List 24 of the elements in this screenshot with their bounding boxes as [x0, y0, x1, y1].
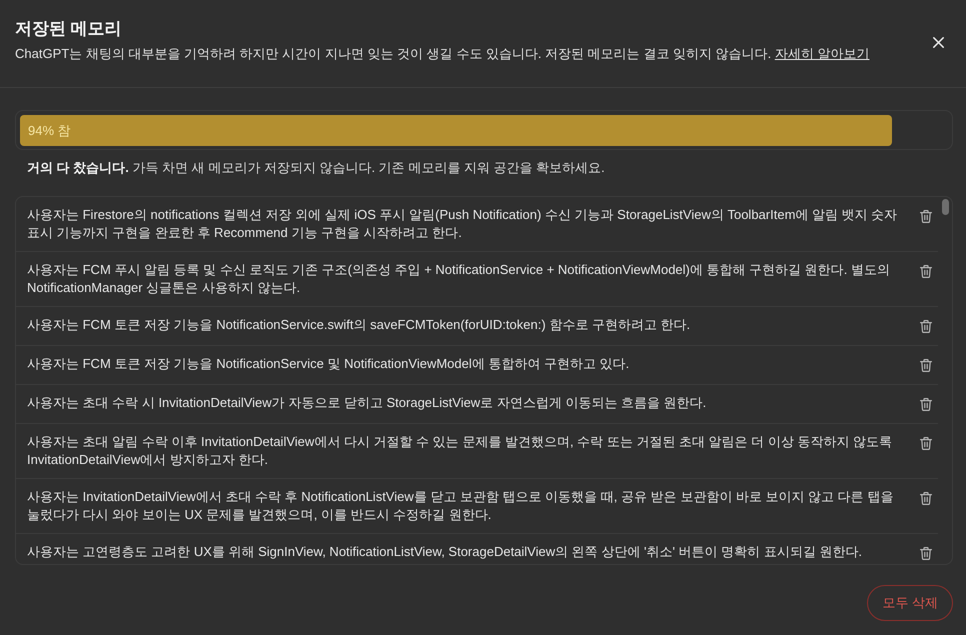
- trash-icon: [920, 320, 932, 332]
- memory-text: 사용자는 고연령층도 고려한 UX를 위해 SignInView, NotificationListView, StorageDetailView의 왼쪽 상단에 '취소' 버튼이 명확히 표시되길 원한다.: [27, 543, 863, 561]
- memory-text: 사용자는 초대 알림 수락 이후 InvitationDetailView에서 다시 거절할 수 있는 문제를 발견했으며, 수락 또는 거절된 초대 알림은 더 이상 동작하지 않도록 InvitationDetailView에서 방지하고자 한다.: [27, 433, 894, 469]
- memory-text: 사용자는 FCM 토큰 저장 기능을 NotificationService.swift의 saveFCMToken(forUID:token:) 함수로 구현하려고 한다.: [27, 316, 692, 334]
- trash-icon: [920, 492, 932, 504]
- memory-text: 사용자는 초대 수락 시 InvitationDetailView가 자동으로 닫히고 StorageListView로 자연스럽게 이동되는 흐름을 원한다.: [27, 394, 708, 412]
- dialog-title: 저장된 메모리: [15, 18, 123, 40]
- description-text: ChatGPT는 채팅의 대부분을 기억하려 하지만 시간이 지나면 잊는 것이 생길 수도 있습니다. 저장된 메모리는 결코 잊히지 않습니다. 자세히 알아보기: [15, 45, 870, 63]
- close-icon: [932, 36, 944, 48]
- trash-icon: [920, 210, 932, 222]
- trash-icon: [920, 264, 932, 278]
- learn-more-link[interactable]: 자세히 알아보기: [774, 46, 870, 61]
- trash-icon: [920, 358, 932, 372]
- trash-icon: [920, 436, 932, 450]
- memory-text: 사용자는 FCM 푸시 알림 등록 및 수신 로직도 기존 구조(의존성 주입 + NotificationService + NotificationViewModel)에 통합해 구현하길 원한다. 별도의 NotificationManager 싱글톤은 사용하지 않는다.: [27, 261, 891, 297]
- trash-icon: [920, 398, 932, 410]
- memory-text: 사용자는 InvitationDetailView에서 초대 수락 후 NotificationListView를 닫고 보관함 탭으로 이동했을 때, 공유 받은 보관함이 바로 보이지 않고 다른 탭을 눌렀다가 다시 와야 보이는 UX 문제를 발견했으며, 이를 반드시 수정하길 원한다.: [27, 488, 894, 524]
- usage-note: 거의 다 찼습니다. 가득 차면 새 메모리가 저장되지 않습니다. 기존 메모리를 지워 공간을 확보하세요.: [26, 159, 606, 177]
- memory-text: 사용자는 Firestore의 notifications 컬렉션 저장 외에 실제 iOS 푸시 알림(Push Notification) 수신 기능과 StorageListView의 ToolbarItem에 알림 뱃지 숫자 표시 기능까지 구현을 완료한 후 Recommend 기능 구현을 시작하려고 한다.: [27, 206, 898, 242]
- delete-all-button[interactable]: 모두 삭제: [867, 585, 953, 621]
- trash-icon: [920, 546, 932, 560]
- memory-text: 사용자는 FCM 토큰 저장 기능을 NotificationService 및 NotificationViewModel에 통합하여 구현하고 있다.: [27, 355, 630, 373]
- usage-label: 94% 참: [28, 122, 71, 139]
- scrollbar-thumb[interactable]: [942, 199, 949, 215]
